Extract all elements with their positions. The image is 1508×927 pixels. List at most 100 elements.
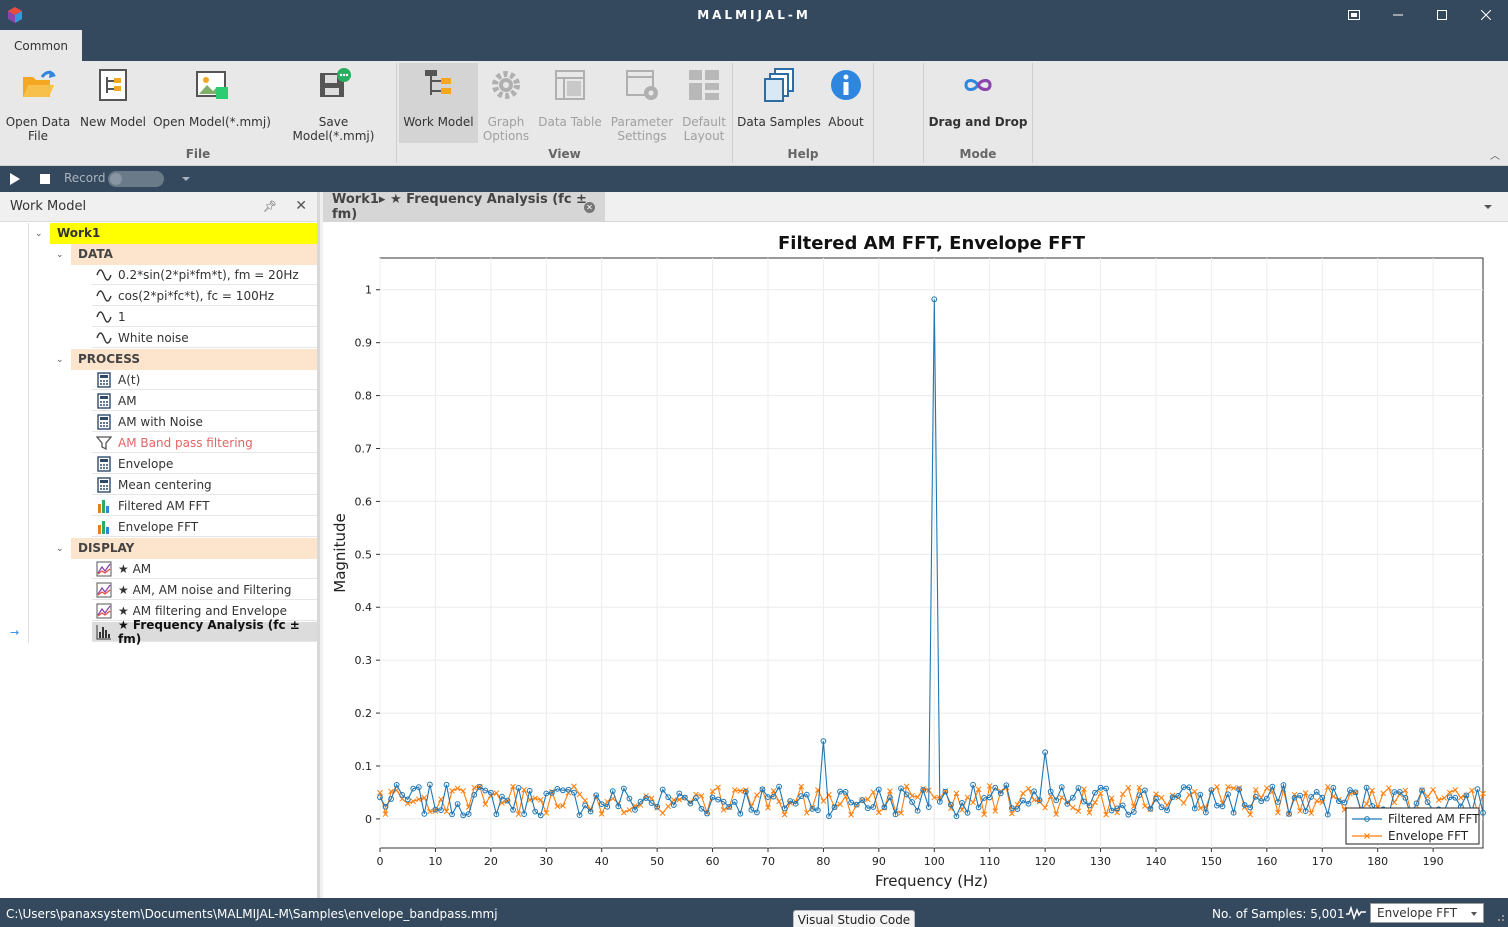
- chevron-down-icon[interactable]: ⌄: [56, 355, 64, 365]
- tree-item-label: 1: [118, 309, 126, 324]
- current-arrow-icon: →: [10, 626, 20, 639]
- graph-options-button[interactable]: Graph Options: [478, 63, 534, 143]
- data-table-button[interactable]: Data Table: [536, 63, 604, 143]
- tree-item-process-1[interactable]: A(t): [92, 370, 317, 390]
- graph-options-label-1: Graph: [487, 115, 525, 129]
- chevron-down-icon[interactable]: [1484, 205, 1492, 209]
- default-layout-label-1: Default: [682, 115, 726, 129]
- work-model-icon: [424, 70, 451, 95]
- open-model-button[interactable]: Open Model(*.mmj): [152, 63, 272, 143]
- series-select-value: Envelope FFT: [1377, 906, 1458, 920]
- fft-chart[interactable]: Filtered AM FFT, Envelope FFT0 10 20 30 40 50…: [323, 222, 1508, 898]
- window-title: MALMIJAL-M: [697, 8, 811, 22]
- gear-icon: [492, 71, 520, 99]
- tree-root-label: Work1: [50, 223, 317, 244]
- group-help-label: Help: [787, 147, 819, 161]
- tree-item-display-4[interactable]: ★ Frequency Analysis (fc ± fm): [92, 618, 317, 646]
- tree-item-data-4[interactable]: White noise: [92, 328, 317, 348]
- tree-section-display[interactable]: ⌄ DISPLAY: [0, 538, 317, 559]
- doc-tab-frequency-analysis[interactable]: Work1▸ ★ Frequency Analysis (fc ± fm) ✕: [323, 192, 605, 222]
- default-layout-button[interactable]: Default Layout: [678, 63, 730, 143]
- tree-item-process-6[interactable]: Mean centering: [92, 475, 317, 495]
- sine-wave-icon: [96, 289, 112, 302]
- open-model-icon: [196, 71, 228, 99]
- stop-icon[interactable]: [40, 174, 50, 184]
- graph-options-label-2: Options: [482, 129, 530, 143]
- chevron-down-icon[interactable]: ⌄: [56, 250, 64, 260]
- data-samples-button[interactable]: Data Samples: [737, 63, 821, 143]
- sample-count: No. of Samples: 5,001: [1212, 907, 1345, 921]
- work-model-button[interactable]: Work Model: [399, 63, 478, 143]
- tree-item-display-2[interactable]: ★ AM, AM noise and Filtering: [92, 580, 317, 600]
- title-bar: MALMIJAL-M: [0, 0, 1508, 30]
- ribbon-tab-strip: Common: [0, 30, 1508, 61]
- x-tick-label: 140: [1145, 855, 1166, 868]
- series-select[interactable]: Envelope FFT: [1370, 903, 1484, 923]
- collapse-ribbon-icon[interactable]: ︿: [1490, 147, 1500, 162]
- chevron-down-icon[interactable]: [182, 177, 190, 181]
- open-data-file-button[interactable]: Open Data File: [4, 63, 72, 143]
- tree-section-data[interactable]: ⌄ DATA: [0, 244, 317, 265]
- bar-chart-icon: [98, 499, 109, 513]
- y-axis-label: Magnitude: [331, 513, 349, 592]
- tree-item-display-1[interactable]: ★ AM: [92, 559, 317, 579]
- tree-item-process-3[interactable]: AM with Noise: [92, 412, 317, 432]
- x-tick-label: 130: [1090, 855, 1111, 868]
- parameter-settings-button[interactable]: Parameter Settings: [608, 63, 676, 143]
- record-toggle[interactable]: [108, 171, 164, 187]
- play-icon[interactable]: [10, 173, 20, 185]
- calculator-icon: [97, 392, 111, 409]
- chevron-down-icon[interactable]: ⌄: [56, 544, 64, 554]
- about-button[interactable]: About: [822, 63, 870, 143]
- resize-grip-icon[interactable]: [1495, 912, 1505, 922]
- record-label: Record: [64, 171, 106, 185]
- tree-item-data-2[interactable]: cos(2*pi*fc*t), fc = 100Hz: [92, 286, 317, 306]
- legend-label: Envelope FFT: [1388, 829, 1469, 843]
- y-tick-label: 0.4: [355, 601, 373, 614]
- histogram-icon: [96, 624, 111, 639]
- tree-item-data-1[interactable]: 0.2*sin(2*pi*fm*t), fm = 20Hz: [92, 265, 317, 285]
- y-tick-label: 0.3: [355, 654, 373, 667]
- x-tick-label: 170: [1312, 855, 1333, 868]
- new-model-icon: [99, 69, 127, 101]
- tree-root-row[interactable]: ⌄ Work1: [0, 223, 317, 244]
- infinity-icon: [964, 79, 992, 91]
- drag-and-drop-button[interactable]: Drag and Drop: [926, 63, 1030, 143]
- chevron-down-icon[interactable]: ⌄: [35, 229, 43, 239]
- y-tick-label: 0.2: [355, 707, 373, 720]
- x-tick-label: 120: [1035, 855, 1056, 868]
- group-view-label: View: [548, 147, 581, 161]
- tree-item-data-3[interactable]: 1: [92, 307, 317, 327]
- save-model-button[interactable]: Save Model(*.mmj): [276, 63, 391, 143]
- y-tick-label: 1: [365, 284, 372, 297]
- settings-window-icon: [626, 70, 658, 100]
- waveform-icon: [1346, 906, 1366, 920]
- x-tick-label: 40: [595, 855, 609, 868]
- y-tick-label: 0: [365, 813, 372, 826]
- tree-section-process[interactable]: ⌄ PROCESS: [0, 349, 317, 370]
- tree-item-label: White noise: [118, 330, 189, 345]
- close-button[interactable]: [1464, 0, 1508, 30]
- tree-item-process-5[interactable]: Envelope: [92, 454, 317, 474]
- tree-item-label: AM Band pass filtering: [118, 435, 253, 450]
- close-icon[interactable]: ✕: [295, 198, 307, 214]
- minimize-button[interactable]: [1376, 0, 1420, 30]
- tree-item-process-8[interactable]: Envelope FFT: [92, 517, 317, 537]
- x-tick-label: 80: [816, 855, 830, 868]
- new-model-button[interactable]: New Model: [78, 63, 148, 143]
- calculator-icon: [97, 413, 111, 430]
- chart-title: Filtered AM FFT, Envelope FFT: [778, 233, 1086, 254]
- maximize-button[interactable]: [1420, 0, 1464, 30]
- restore-layout-button[interactable]: [1332, 0, 1376, 30]
- y-tick-label: 0.6: [355, 495, 373, 508]
- pin-icon[interactable]: 📌︎: [263, 200, 277, 213]
- tree-item-process-4[interactable]: AM Band pass filtering: [92, 433, 317, 453]
- x-tick-label: 0: [377, 855, 384, 868]
- tree-item-process-7[interactable]: Filtered AM FFT: [92, 496, 317, 516]
- section-label-display: DISPLAY: [71, 538, 317, 559]
- tree-item-label: A(t): [118, 372, 141, 387]
- bar-chart-icon: [98, 520, 109, 534]
- tab-common[interactable]: Common: [0, 30, 82, 61]
- close-tab-icon[interactable]: ✕: [584, 202, 595, 213]
- tree-item-process-2[interactable]: AM: [92, 391, 317, 411]
